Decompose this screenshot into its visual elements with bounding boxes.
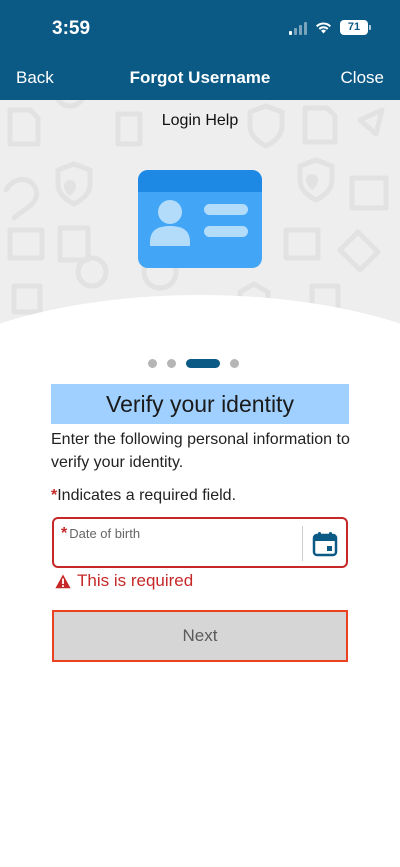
app-header: 3:59 71 Forgot Username Back Close (0, 0, 400, 100)
page-dot (167, 359, 176, 368)
calendar-icon[interactable] (312, 531, 338, 557)
close-button[interactable]: Close (341, 68, 384, 88)
next-button[interactable]: Next (52, 610, 348, 662)
field-divider (302, 526, 303, 561)
signal-icon (289, 21, 307, 35)
page-dot (230, 359, 239, 368)
required-note-text: Indicates a required field. (57, 487, 237, 504)
id-card-icon (138, 170, 262, 268)
date-of-birth-input[interactable] (62, 543, 294, 563)
status-icons: 71 (289, 20, 371, 35)
date-of-birth-field[interactable]: * Date of birth (52, 517, 348, 568)
required-star: * (61, 525, 68, 542)
battery-icon: 71 (340, 20, 371, 35)
date-of-birth-label: * Date of birth (61, 525, 141, 542)
error-message: This is required (55, 571, 193, 591)
back-button[interactable]: Back (16, 68, 54, 88)
wifi-icon (316, 22, 331, 34)
warning-icon (55, 574, 71, 588)
intro-text: Enter the following personal information… (51, 431, 350, 471)
section-heading: Verify your identity (51, 384, 349, 424)
error-text: This is required (77, 571, 194, 590)
required-field-note: *Indicates a required field. (51, 487, 236, 505)
status-time: 3:59 (52, 18, 91, 39)
page-dot (148, 359, 157, 368)
page-dot-active (186, 359, 220, 368)
hero-label: Login Help (161, 112, 239, 129)
page-indicator (148, 359, 239, 368)
